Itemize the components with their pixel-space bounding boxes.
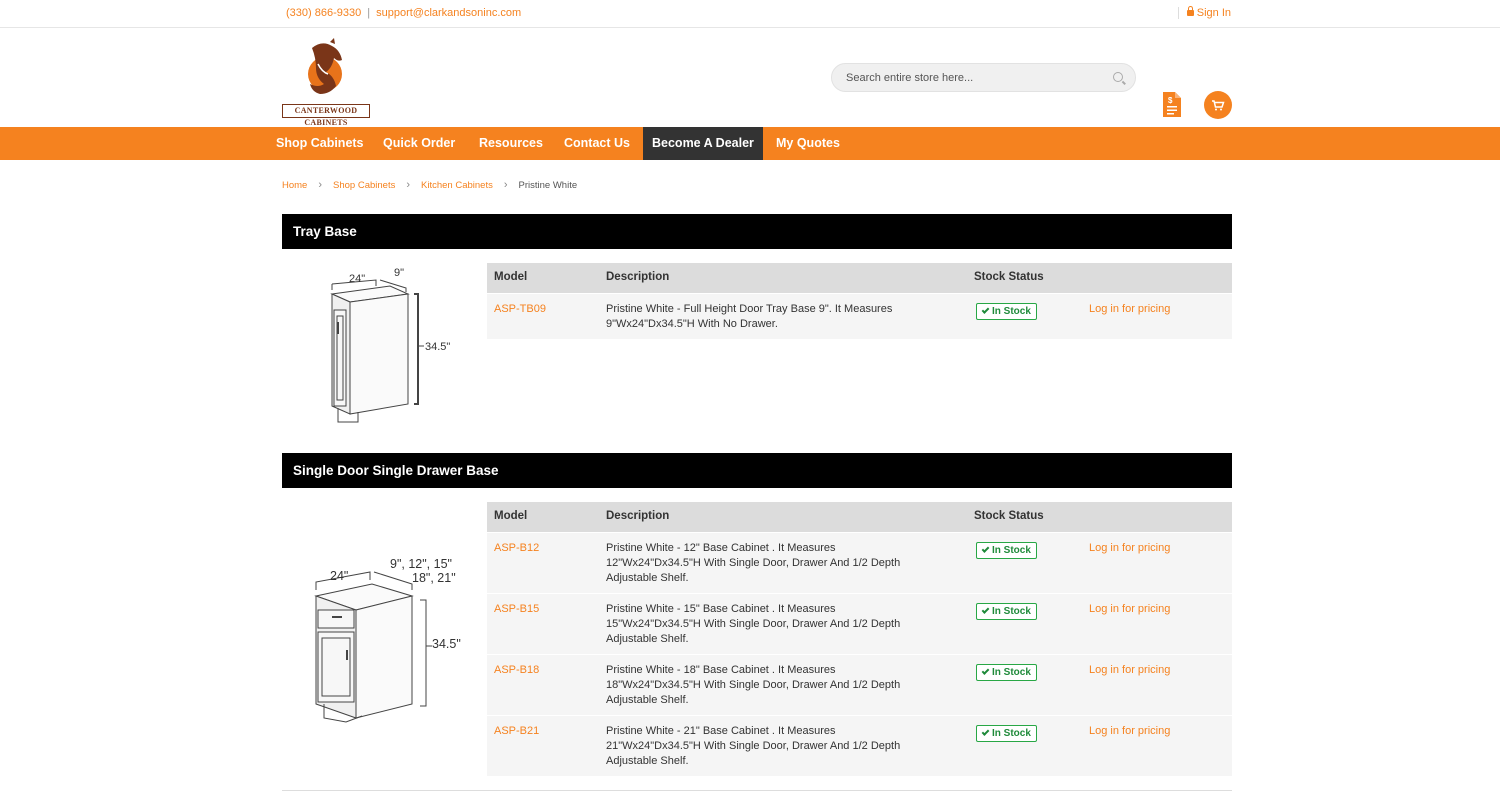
chevron-right-icon: › — [318, 179, 323, 191]
login-pricing-link[interactable]: Log in for pricing — [1089, 303, 1170, 315]
header-description: Description — [606, 510, 670, 522]
breadcrumb: Home › Shop Cabinets › Kitchen Cabinets › Pris… — [282, 179, 577, 191]
breadcrumb-shop-cabinets[interactable]: Shop Cabinets — [333, 180, 395, 191]
site-logo[interactable]: CANTERWOOD CABINETS — [282, 38, 370, 127]
nav-quick-order[interactable]: Quick Order — [374, 127, 464, 160]
email-link[interactable]: support@clarkandsoninc.com — [376, 7, 521, 19]
stock-label: In Stock — [992, 728, 1031, 739]
table-row: ASP-B12 Pristine White - 12" Base Cabine… — [487, 532, 1232, 593]
lock-icon — [1186, 6, 1194, 16]
dim-depth-label-1: 9", 12", 15" — [390, 557, 452, 571]
cart-icon — [1212, 100, 1225, 111]
top-bar: (330) 866-9330 | support@clarkandsoninc.co… — [0, 0, 1500, 28]
check-icon — [981, 545, 990, 553]
check-icon — [981, 667, 990, 675]
contact-separator: | — [367, 7, 371, 19]
site-header: CANTERWOOD CABINETS $ — [0, 28, 1500, 127]
check-icon — [981, 306, 990, 314]
search-box — [831, 63, 1136, 92]
dim-width-label: 24" — [349, 273, 365, 285]
table-header: Model Description Stock Status — [487, 263, 1232, 293]
stock-badge: In Stock — [976, 542, 1037, 559]
description: Pristine White - 12" Base Cabinet . It M… — [606, 542, 901, 584]
model-link[interactable]: ASP-B15 — [494, 603, 539, 615]
description: Pristine White - 18" Base Cabinet . It M… — [606, 664, 901, 706]
product-table-tray-base: Model Description Stock Status ASP-TB09 … — [487, 263, 1232, 339]
logo-text: CANTERWOOD CABINETS — [282, 104, 370, 127]
login-pricing-link[interactable]: Log in for pricing — [1089, 542, 1170, 554]
cart-button[interactable] — [1204, 91, 1232, 119]
login-pricing-link[interactable]: Log in for pricing — [1089, 725, 1170, 737]
model-link[interactable]: ASP-B12 — [494, 542, 539, 554]
header-stock-status: Stock Status — [974, 271, 1044, 283]
tray-base-diagram: 24" 9" 34.5" — [330, 267, 450, 423]
stock-badge: In Stock — [976, 603, 1037, 620]
sign-in-label: Sign In — [1196, 7, 1231, 19]
nav-my-quotes[interactable]: My Quotes — [767, 127, 849, 160]
breadcrumb-kitchen-cabinets[interactable]: Kitchen Cabinets — [421, 180, 493, 191]
stock-badge: In Stock — [976, 664, 1037, 681]
dim-height-label: 34.5" — [432, 637, 461, 651]
header-model: Model — [494, 271, 528, 283]
dim-height-label: 34.5" — [425, 341, 450, 353]
divider — [282, 790, 1232, 791]
description: Pristine White - 21" Base Cabinet . It M… — [606, 725, 901, 767]
check-icon — [981, 606, 990, 614]
check-icon — [981, 728, 990, 736]
section-title-tray-base: Tray Base — [282, 214, 1232, 249]
main-nav: Shop Cabinets Quick Order Resources Cont… — [0, 127, 1500, 160]
stock-label: In Stock — [992, 545, 1031, 556]
section-title-single-door-base: Single Door Single Drawer Base — [282, 453, 1232, 488]
nav-become-a-dealer[interactable]: Become A Dealer — [643, 127, 763, 160]
table-row: ASP-B18 Pristine White - 18" Base Cabine… — [487, 654, 1232, 715]
table-row: ASP-B21 Pristine White - 21" Base Cabine… — [487, 715, 1232, 776]
description: Pristine White - 15" Base Cabinet . It M… — [606, 603, 901, 645]
login-pricing-link[interactable]: Log in for pricing — [1089, 664, 1170, 676]
table-header: Model Description Stock Status — [487, 502, 1232, 532]
table-row: ASP-TB09 Pristine White - Full Height Do… — [487, 293, 1232, 339]
stock-label: In Stock — [992, 667, 1031, 678]
header-description: Description — [606, 271, 670, 283]
description: Pristine White - Full Height Door Tray B… — [606, 303, 893, 330]
stock-badge: In Stock — [976, 725, 1037, 742]
search-icon[interactable] — [1113, 72, 1123, 82]
stock-badge: In Stock — [976, 303, 1037, 320]
search-input[interactable] — [832, 64, 1092, 91]
nav-contact-us[interactable]: Contact Us — [555, 127, 639, 160]
nav-shop-cabinets[interactable]: Shop Cabinets — [267, 127, 373, 160]
single-door-base-diagram: 24" 9", 12", 15" 18", 21" 34.5" — [314, 557, 461, 723]
chevron-right-icon: › — [503, 179, 508, 191]
breadcrumb-current: Pristine White — [518, 180, 578, 191]
quote-document-icon[interactable]: $ — [1162, 91, 1182, 118]
horse-logo — [308, 38, 342, 94]
dim-depth-label: 9" — [394, 267, 404, 279]
table-row: ASP-B15 Pristine White - 15" Base Cabine… — [487, 593, 1232, 654]
model-link[interactable]: ASP-B18 — [494, 664, 539, 676]
login-pricing-link[interactable]: Log in for pricing — [1089, 603, 1170, 615]
header-stock-status: Stock Status — [974, 510, 1044, 522]
product-table-single-door-base: Model Description Stock Status ASP-B12 P… — [487, 502, 1232, 776]
dim-depth-label-2: 18", 21" — [412, 571, 456, 585]
sign-in-link[interactable]: Sign In — [1177, 6, 1231, 19]
nav-resources[interactable]: Resources — [470, 127, 552, 160]
stock-label: In Stock — [992, 306, 1031, 317]
model-link[interactable]: ASP-TB09 — [494, 303, 546, 315]
stock-label: In Stock — [992, 606, 1031, 617]
chevron-right-icon: › — [406, 179, 411, 191]
model-link[interactable]: ASP-B21 — [494, 725, 539, 737]
breadcrumb-home[interactable]: Home — [282, 180, 307, 191]
dim-width-label: 24" — [330, 569, 348, 583]
header-model: Model — [494, 510, 528, 522]
contact-info: (330) 866-9330 | support@clarkandsoninc.co… — [286, 7, 521, 19]
svg-text:$: $ — [1168, 96, 1173, 105]
phone-link[interactable]: (330) 866-9330 — [286, 7, 361, 19]
